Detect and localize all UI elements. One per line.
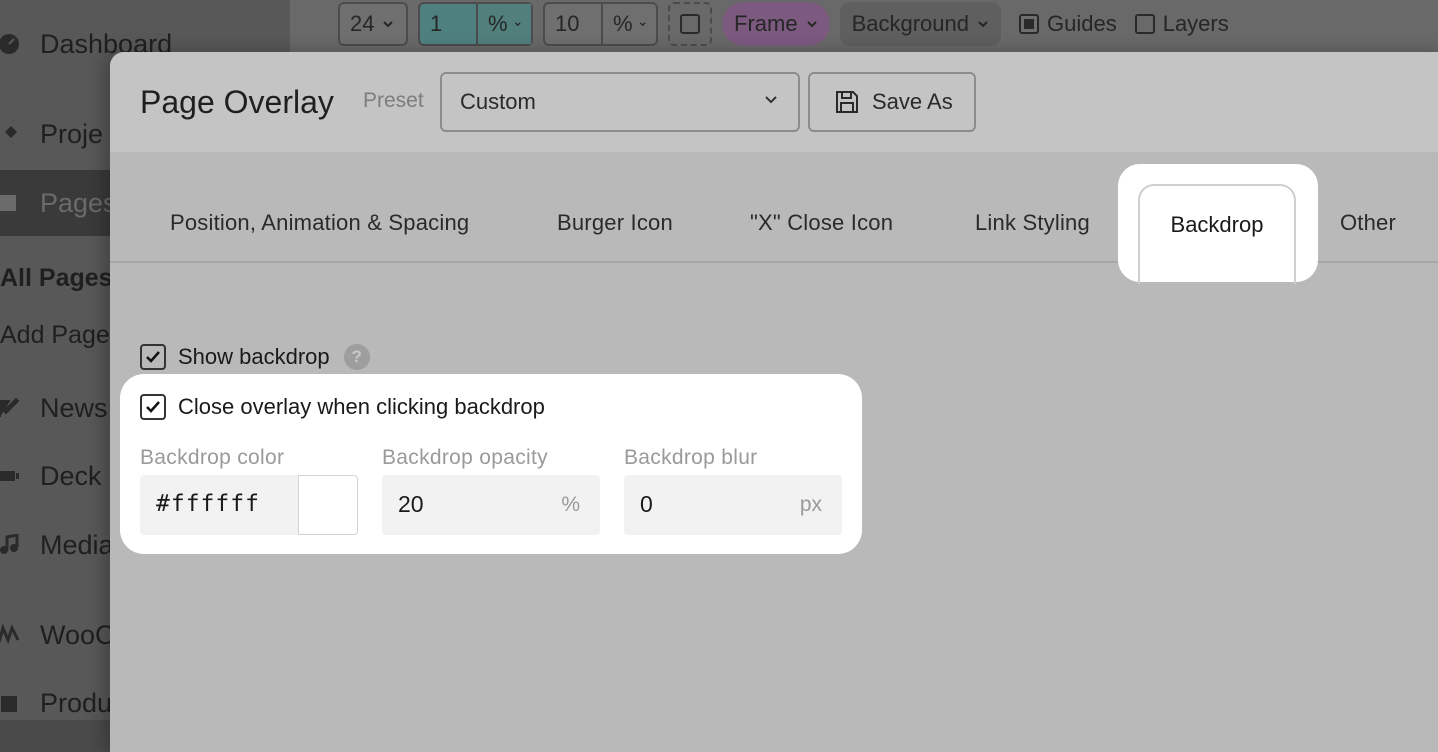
background-button[interactable]: Background [839,2,1001,46]
size-select[interactable]: 24 [338,2,408,46]
spacing-value: 1 [430,11,443,36]
page-overlay-modal: Page Overlay Preset Custom Save As Posit… [110,52,1438,752]
backdrop-settings-highlight: Close overlay when clicking backdrop Bac… [120,374,862,554]
tab-position-animation-spacing[interactable]: Position, Animation & Spacing [170,210,469,236]
pin-icon [2,126,17,141]
backdrop-blur-input[interactable]: 0 px [624,475,842,535]
sidebar-sub-add-page[interactable]: Add Page [0,321,110,350]
frame-button[interactable]: Frame [722,2,830,46]
modal-header: Page Overlay Preset Custom Save As [110,52,1438,152]
edit-icon [0,397,20,417]
tab-backdrop-label: Backdrop [1170,212,1264,237]
tab-other[interactable]: Other [1340,210,1396,236]
preset-select[interactable]: Custom [440,72,800,132]
chevron-down-icon [514,22,521,27]
woo-icon [0,624,20,645]
sidebar-item-label: Deck [40,460,102,491]
chevron-down-icon [639,22,646,27]
layers-label: Layers [1162,11,1229,36]
backdrop-color-label: Backdrop color [140,446,285,469]
width-value: 10 [555,11,580,36]
checkmark-icon [146,401,160,413]
width-unit[interactable]: % [613,11,633,37]
backdrop-blur-value: 0 [640,491,653,517]
guides-toggle[interactable]: Guides [1018,11,1117,37]
spacing-input[interactable]: 1 % [418,2,533,46]
chevron-down-icon [806,21,817,28]
sidebar-sub-all-pages[interactable]: All Pages [0,264,113,293]
tab-backdrop[interactable]: Backdrop [1138,184,1296,284]
spacing-unit[interactable]: % [488,11,508,37]
sidebar-item-projects[interactable]: Proje [0,106,103,162]
sidebar-item-label: Produ [40,687,113,718]
sidebar-item-products[interactable]: Produ [0,675,112,731]
editor-toolbar: 24 1 % 10 % Frame Background Guides Laye… [338,0,1229,48]
toggle-box[interactable] [668,2,712,46]
width-input[interactable]: 10 % [543,2,658,46]
pages-icon [0,195,16,211]
chevron-down-icon [383,21,394,28]
product-icon [1,696,17,712]
guides-checkbox[interactable] [1018,14,1039,34]
show-backdrop-row[interactable]: Show backdrop ? [140,344,370,370]
dashboard-icon [0,34,19,54]
backdrop-opacity-label: Backdrop opacity [382,446,548,469]
show-backdrop-checkbox[interactable] [140,344,166,370]
checkbox[interactable] [680,14,700,34]
save-icon [836,91,858,113]
checkmark-icon [146,351,160,363]
chevron-down-icon [978,21,988,28]
sidebar-item-pages[interactable]: Pages [0,175,117,231]
chevron-down-icon [765,96,777,104]
deck-icon [0,471,19,481]
modal-title: Page Overlay [140,84,334,120]
color-swatch[interactable] [298,475,358,535]
tab-link-styling[interactable]: Link Styling [975,210,1090,236]
layers-toggle[interactable]: Layers [1134,11,1229,37]
size-value: 24 [350,11,375,36]
sidebar-item-deck[interactable]: Deck [0,448,102,504]
layers-checkbox[interactable] [1134,14,1155,34]
help-icon[interactable]: ? [343,344,370,370]
tab-close-icon[interactable]: "X" Close Icon [750,210,893,236]
backdrop-opacity-value: 20 [398,491,424,517]
close-on-click-label: Close overlay when clicking backdrop [178,394,545,419]
sidebar-item-label: WooC [40,619,115,650]
media-icon [0,534,19,554]
backdrop-color-value: #ffffff [156,491,260,517]
sidebar-item-label: Proje [40,118,104,149]
guides-label: Guides [1046,11,1117,36]
sidebar-item-woocommerce[interactable]: WooC [0,607,115,663]
show-backdrop-label: Show backdrop [178,344,330,369]
sidebar-item-label: Pages [40,187,117,218]
close-on-click-checkbox[interactable] [140,394,166,420]
sidebar-item-label: Media [40,529,114,560]
tab-highlight: Backdrop [1118,164,1318,284]
backdrop-opacity-unit: % [561,493,580,516]
save-as-button[interactable]: Save As [808,72,976,132]
sidebar-item-media[interactable]: Media [0,517,114,573]
sidebar-item-label: News [40,392,108,423]
close-on-click-row[interactable]: Close overlay when clicking backdrop [140,394,545,420]
preset-value: Custom [460,89,536,114]
sidebar-item-news[interactable]: News [0,380,108,436]
backdrop-blur-unit: px [799,493,822,516]
preset-label: Preset [363,89,424,112]
backdrop-color-field[interactable]: #ffffff [140,475,358,535]
tab-burger-icon[interactable]: Burger Icon [557,210,673,236]
backdrop-blur-label: Backdrop blur [624,446,758,469]
backdrop-opacity-input[interactable]: 20 % [382,475,600,535]
background-label: Background [851,11,969,36]
save-as-label: Save As [872,89,953,114]
frame-label: Frame [734,11,798,36]
